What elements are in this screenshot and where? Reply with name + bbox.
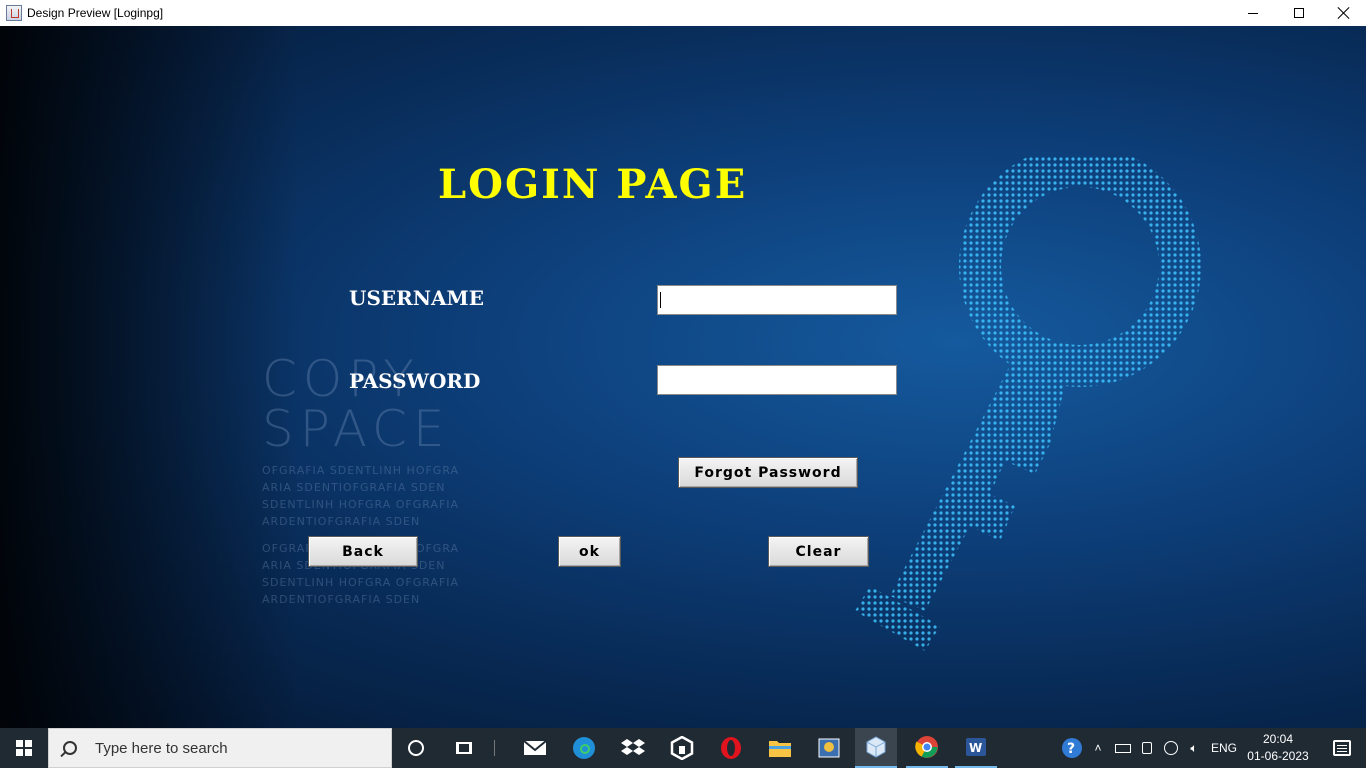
word-app-button[interactable]: W <box>955 728 997 768</box>
forgot-password-button[interactable]: Forgot Password <box>678 457 858 488</box>
opera-app-button[interactable] <box>710 728 752 768</box>
maximize-button[interactable] <box>1276 0 1322 26</box>
help-tray-button[interactable]: ? <box>1058 728 1086 768</box>
java-app-icon <box>6 5 22 21</box>
system-clock[interactable]: 20:04 01-06-2023 <box>1242 731 1314 765</box>
notification-icon <box>1333 740 1351 756</box>
battery-button[interactable] <box>1112 728 1134 768</box>
battery-icon <box>1115 743 1131 753</box>
watermark-small-line: SDENTLINH HOFGRA OFGRAFIA <box>262 576 460 589</box>
edge-icon <box>573 737 595 759</box>
key-illustration-icon <box>855 156 1201 651</box>
watermark-small-line: ARDENTIOFGRAFIA SDEN <box>262 515 421 528</box>
show-hidden-icons-button[interactable]: ˄ <box>1088 728 1108 768</box>
close-button[interactable] <box>1321 0 1366 26</box>
clock-time: 20:04 <box>1262 732 1294 746</box>
username-field[interactable] <box>657 285 897 315</box>
camera-tray-button[interactable] <box>1136 728 1158 768</box>
window-title: Design Preview [Loginpg] <box>27 6 164 20</box>
camera-icon <box>1142 742 1152 754</box>
taskbar-search-box[interactable]: Type here to search <box>48 728 392 768</box>
dropbox-app-button[interactable] <box>612 728 654 768</box>
search-icon <box>63 741 77 755</box>
taskbar: Type here to search W ? ˄ 🔈︎ ENG 20:04 0… <box>0 728 1366 768</box>
text-cursor <box>660 292 661 308</box>
clock-date: 01-06-2023 <box>1247 749 1309 763</box>
search-placeholder: Type here to search <box>95 739 228 757</box>
photo-viewer-icon <box>818 738 840 758</box>
opera-icon <box>721 737 741 759</box>
watermark-small-line: ARIA SDENTIOFGRAFIA SDEN <box>262 481 446 494</box>
cortana-icon <box>408 740 424 756</box>
watermark-small-line: ARDENTIOFGRAFIA SDEN <box>262 593 421 606</box>
watermark-line2: SPACE <box>262 400 451 458</box>
back-button[interactable]: Back <box>308 536 418 567</box>
svg-text:W: W <box>969 741 982 755</box>
network-button[interactable] <box>1160 728 1182 768</box>
watermark-small-line: SDENTLINH HOFGRA OFGRAFIA <box>262 498 460 511</box>
globe-icon <box>1164 741 1178 755</box>
help-icon: ? <box>1062 738 1082 758</box>
photo-viewer-app-button[interactable] <box>808 728 850 768</box>
cube-app-icon <box>866 736 886 758</box>
windows-icon <box>16 740 32 756</box>
task-view-icon <box>456 742 472 754</box>
watermark-small-line: OFGRAFIA SDENTLINH HOFGRA <box>262 464 460 477</box>
minimize-button[interactable] <box>1230 0 1276 26</box>
notification-center-button[interactable] <box>1322 728 1362 768</box>
start-button[interactable] <box>0 728 48 768</box>
close-icon <box>1338 7 1350 19</box>
task-view-button[interactable] <box>446 728 482 768</box>
minimize-icon <box>1248 12 1258 14</box>
chevron-up-icon: ˄ <box>1094 741 1102 755</box>
word-icon: W <box>966 738 986 756</box>
background-shade <box>0 26 300 728</box>
window-titlebar: Design Preview [Loginpg] <box>0 0 1366 26</box>
volume-button[interactable]: 🔈︎ <box>1183 728 1205 768</box>
file-explorer-app-button[interactable] <box>759 728 801 768</box>
java-app-button[interactable] <box>855 728 897 768</box>
language-indicator[interactable]: ENG <box>1208 728 1240 768</box>
clear-button[interactable]: Clear <box>768 536 869 567</box>
folder-icon <box>769 741 791 757</box>
ok-button[interactable]: ok <box>558 536 621 567</box>
hexagon-app-button[interactable] <box>661 728 703 768</box>
mail-icon <box>523 740 547 755</box>
edge-app-button[interactable] <box>563 728 605 768</box>
svg-text:?: ? <box>1067 741 1075 757</box>
chrome-icon <box>915 736 938 758</box>
maximize-icon <box>1294 8 1304 18</box>
speaker-icon: 🔈︎ <box>1190 740 1198 755</box>
taskbar-separator <box>494 740 495 756</box>
login-panel: COPY SPACE OFGRAFIA SDENTLINH HOFGRA ARI… <box>0 26 1366 728</box>
hexagon-icon <box>670 736 694 760</box>
dropbox-icon <box>621 739 645 755</box>
password-label: PASSWORD <box>349 369 481 393</box>
password-field[interactable] <box>657 365 897 395</box>
chrome-app-button[interactable] <box>906 728 948 768</box>
page-title: LOGIN PAGE <box>438 161 748 208</box>
cortana-button[interactable] <box>398 728 434 768</box>
username-label: USERNAME <box>349 286 484 310</box>
mail-app-button[interactable] <box>514 728 556 768</box>
